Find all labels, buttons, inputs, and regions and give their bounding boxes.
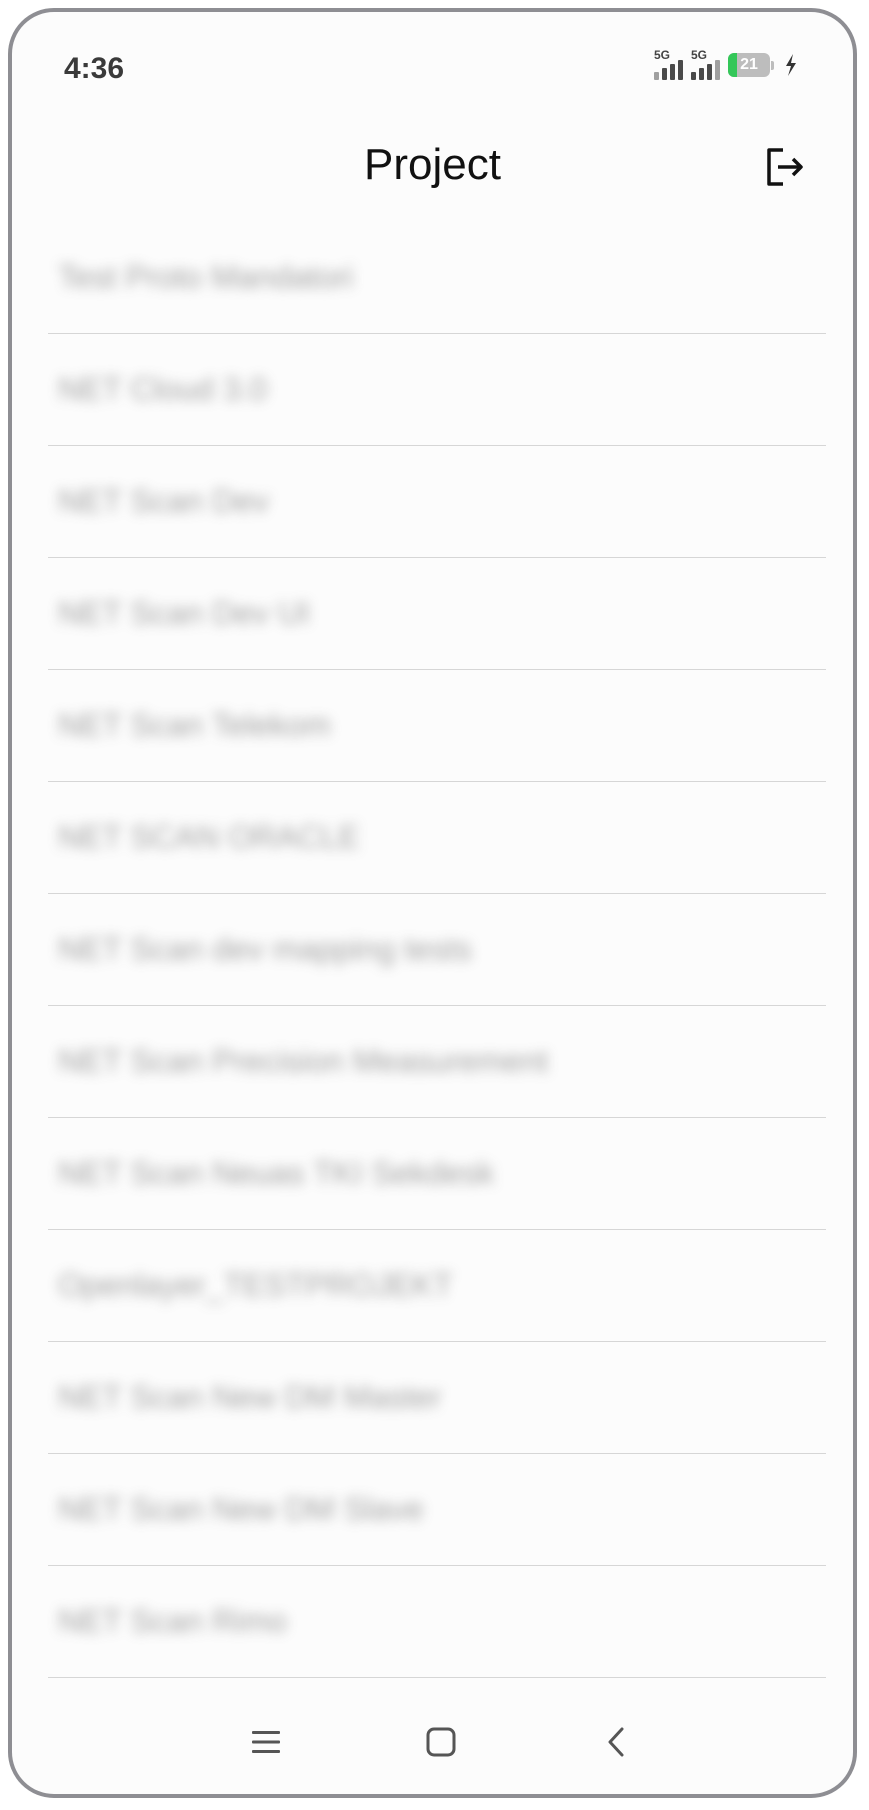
back-icon (608, 1727, 624, 1757)
project-name: NET Scan New DM Master (58, 1379, 442, 1415)
list-item[interactable]: NET Scan Neuas TKI Sekdesk (48, 1118, 826, 1230)
list-item[interactable]: NET Scan Telekom (48, 670, 826, 782)
logout-button[interactable] (761, 144, 807, 190)
signal-label: 5G (654, 48, 671, 62)
project-name: NET Scan Dev UI (58, 595, 310, 631)
list-item[interactable]: NET Scan Dev (48, 446, 826, 558)
app-header: Project (12, 122, 853, 212)
recent-apps-button[interactable] (238, 1714, 294, 1770)
phone-frame: 4:36 5G 5G 21 Project Test Proto Mandato… (8, 8, 857, 1798)
home-icon (426, 1727, 456, 1757)
logout-icon (767, 148, 803, 186)
list-item[interactable]: NET Scan Rimo (48, 1566, 826, 1678)
list-item[interactable]: NET Cloud 3.0 (48, 334, 826, 446)
project-name: NET Scan New DM Slave (58, 1491, 424, 1527)
project-name: NET Scan Neuas TKI Sekdesk (58, 1155, 495, 1191)
page-title: Project (364, 140, 501, 189)
back-button[interactable] (588, 1714, 644, 1770)
status-time: 4:36 (64, 52, 125, 85)
list-item[interactable]: Test Proto Mandatori (48, 222, 826, 334)
signal-label: 5G (691, 48, 708, 62)
status-bar: 4:36 5G 5G 21 (12, 12, 853, 112)
project-name: NET Scan Precision Measurement (58, 1043, 549, 1079)
battery-icon: 21 (728, 53, 774, 77)
project-list: Test Proto Mandatori NET Cloud 3.0 NET Sca… (48, 222, 826, 1678)
battery-percent: 21 (740, 56, 758, 73)
project-name: NET Scan dev mapping tests (58, 931, 472, 967)
home-button[interactable] (413, 1714, 469, 1770)
project-name: Test Proto Mandatori (58, 259, 354, 295)
list-item[interactable]: NET Scan dev mapping tests (48, 894, 826, 1006)
list-item[interactable]: NET Scan Dev UI (48, 558, 826, 670)
project-name: NET Scan Telekom (58, 707, 331, 743)
navigation-bar (12, 1684, 853, 1794)
signal-icon: 5G (654, 48, 683, 80)
status-icons: 5G 5G 21 (654, 48, 797, 80)
project-name: NET Cloud 3.0 (58, 371, 268, 407)
project-name: NET SCAN ORACLE (58, 819, 360, 855)
charging-bolt-icon (786, 54, 796, 76)
project-name: Openlayer_TESTPROJEKT (58, 1267, 453, 1303)
project-name: NET Scan Rimo (58, 1603, 287, 1639)
list-item[interactable]: NET SCAN ORACLE (48, 782, 826, 894)
list-item[interactable]: NET Scan New DM Master (48, 1342, 826, 1454)
list-item[interactable]: Openlayer_TESTPROJEKT (48, 1230, 826, 1342)
signal-icon: 5G (691, 48, 720, 80)
list-item[interactable]: NET Scan Precision Measurement (48, 1006, 826, 1118)
list-item[interactable]: NET Scan New DM Slave (48, 1454, 826, 1566)
menu-icon (252, 1731, 280, 1753)
project-name: NET Scan Dev (58, 483, 270, 519)
